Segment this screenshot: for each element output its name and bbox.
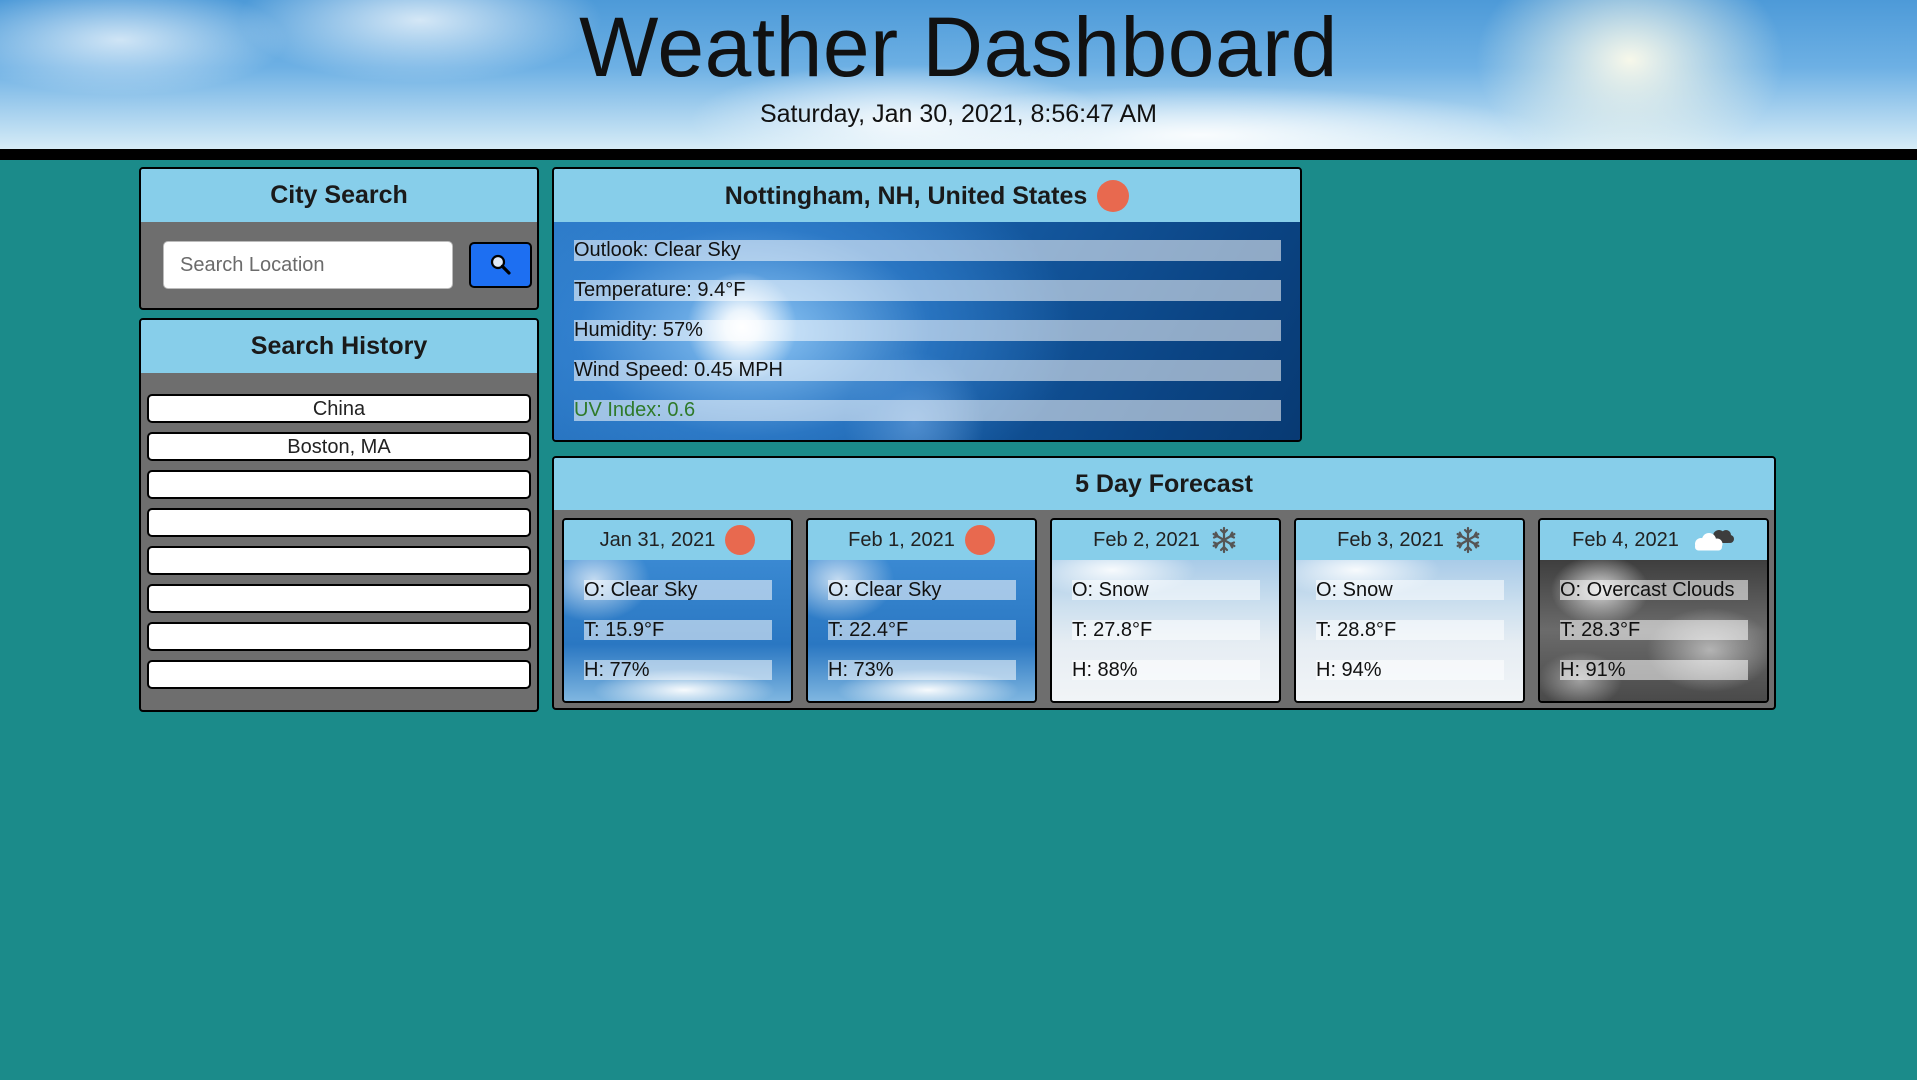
forecast-panel: 5 Day Forecast Jan 31, 2021 O: Clear Sky… — [552, 456, 1776, 710]
current-uv-index: UV Index: 0.6 — [574, 400, 1281, 421]
search-icon — [490, 254, 511, 275]
history-item[interactable] — [147, 546, 531, 575]
forecast-card-body: O: Snow T: 27.8°F H: 88% — [1052, 560, 1279, 701]
current-weather-header: Nottingham, NH, United States — [554, 169, 1300, 222]
forecast-temperature: T: 28.3°F — [1560, 620, 1748, 640]
history-item[interactable] — [147, 622, 531, 651]
current-humidity: Humidity: 57% — [574, 320, 1281, 341]
forecast-card-header: Feb 3, 2021 — [1296, 520, 1523, 560]
clouds-icon — [1694, 530, 1734, 551]
sun-icon — [1097, 179, 1130, 212]
current-weather-body: Outlook: Clear Sky Temperature: 9.4°F Hu… — [554, 222, 1300, 440]
forecast-card-header: Feb 4, 2021 — [1540, 520, 1767, 560]
forecast-humidity: H: 77% — [584, 660, 772, 680]
forecast-card: Feb 4, 2021 O: Overcast Clouds T: 28.3°F… — [1538, 518, 1769, 703]
sun-icon — [964, 525, 995, 555]
history-item[interactable]: Boston, MA — [147, 432, 531, 461]
forecast-temperature: T: 22.4°F — [828, 620, 1016, 640]
header-divider — [0, 149, 1917, 160]
forecast-outlook: O: Overcast Clouds — [1560, 580, 1748, 600]
forecast-temperature: T: 27.8°F — [1072, 620, 1260, 640]
sun-icon — [725, 525, 756, 555]
forecast-date: Feb 1, 2021 — [848, 528, 955, 551]
forecast-card: Jan 31, 2021 O: Clear Sky T: 15.9°F H: 7… — [562, 518, 793, 703]
city-search-panel: City Search — [139, 167, 539, 310]
forecast-date: Feb 4, 2021 — [1572, 528, 1679, 551]
forecast-date: Feb 3, 2021 — [1337, 528, 1444, 551]
current-datetime: Saturday, Jan 30, 2021, 8:56:47 AM — [759, 100, 1158, 128]
forecast-temperature: T: 28.8°F — [1316, 620, 1504, 640]
forecast-temperature: T: 15.9°F — [584, 620, 772, 640]
history-item[interactable]: China — [147, 394, 531, 423]
city-search-title: City Search — [141, 169, 537, 222]
search-history-panel: Search History China Boston, MA — [139, 318, 539, 712]
forecast-card-body: O: Clear Sky T: 22.4°F H: 73% — [808, 560, 1035, 701]
search-button[interactable] — [469, 242, 532, 288]
current-temperature: Temperature: 9.4°F — [574, 280, 1281, 301]
forecast-card-body: O: Clear Sky T: 15.9°F H: 77% — [564, 560, 791, 701]
forecast-card: Feb 1, 2021 O: Clear Sky T: 22.4°F H: 73… — [806, 518, 1037, 703]
forecast-title: 5 Day Forecast — [554, 458, 1774, 510]
forecast-date: Feb 2, 2021 — [1093, 528, 1200, 551]
forecast-humidity: H: 88% — [1072, 660, 1260, 680]
forecast-card-header: Feb 2, 2021 — [1052, 520, 1279, 560]
search-history-list: China Boston, MA — [147, 394, 531, 698]
history-item[interactable] — [147, 470, 531, 499]
current-outlook: Outlook: Clear Sky — [574, 240, 1281, 261]
forecast-card-header: Feb 1, 2021 — [808, 520, 1035, 560]
forecast-card: Feb 3, 2021 O: Snow T: 28.8°F H: 94% — [1294, 518, 1525, 703]
forecast-outlook: O: Clear Sky — [828, 580, 1016, 600]
page-title: Weather Dashboard — [579, 0, 1338, 94]
current-location: Nottingham, NH, United States — [724, 181, 1088, 210]
forecast-humidity: H: 94% — [1316, 660, 1504, 680]
forecast-card: Feb 2, 2021 O: Snow T: 27.8°F H: 88% — [1050, 518, 1281, 703]
forecast-humidity: H: 73% — [828, 660, 1016, 680]
snowflake-icon — [1456, 526, 1480, 554]
history-item[interactable] — [147, 508, 531, 537]
search-input[interactable] — [163, 241, 453, 289]
search-history-title: Search History — [141, 320, 537, 373]
forecast-card-body: O: Snow T: 28.8°F H: 94% — [1296, 560, 1523, 701]
forecast-date: Jan 31, 2021 — [599, 528, 716, 551]
forecast-outlook: O: Snow — [1316, 580, 1504, 600]
history-item[interactable] — [147, 660, 531, 689]
forecast-outlook: O: Snow — [1072, 580, 1260, 600]
snowflake-icon — [1212, 526, 1236, 554]
forecast-humidity: H: 91% — [1560, 660, 1748, 680]
forecast-card-body: O: Overcast Clouds T: 28.3°F H: 91% — [1540, 560, 1767, 701]
current-weather-panel: Nottingham, NH, United States Outlook: C… — [552, 167, 1302, 442]
forecast-outlook: O: Clear Sky — [584, 580, 772, 600]
current-wind-speed: Wind Speed: 0.45 MPH — [574, 360, 1281, 381]
forecast-card-header: Jan 31, 2021 — [564, 520, 791, 560]
header-banner: Weather Dashboard Saturday, Jan 30, 2021… — [0, 0, 1917, 149]
history-item[interactable] — [147, 584, 531, 613]
